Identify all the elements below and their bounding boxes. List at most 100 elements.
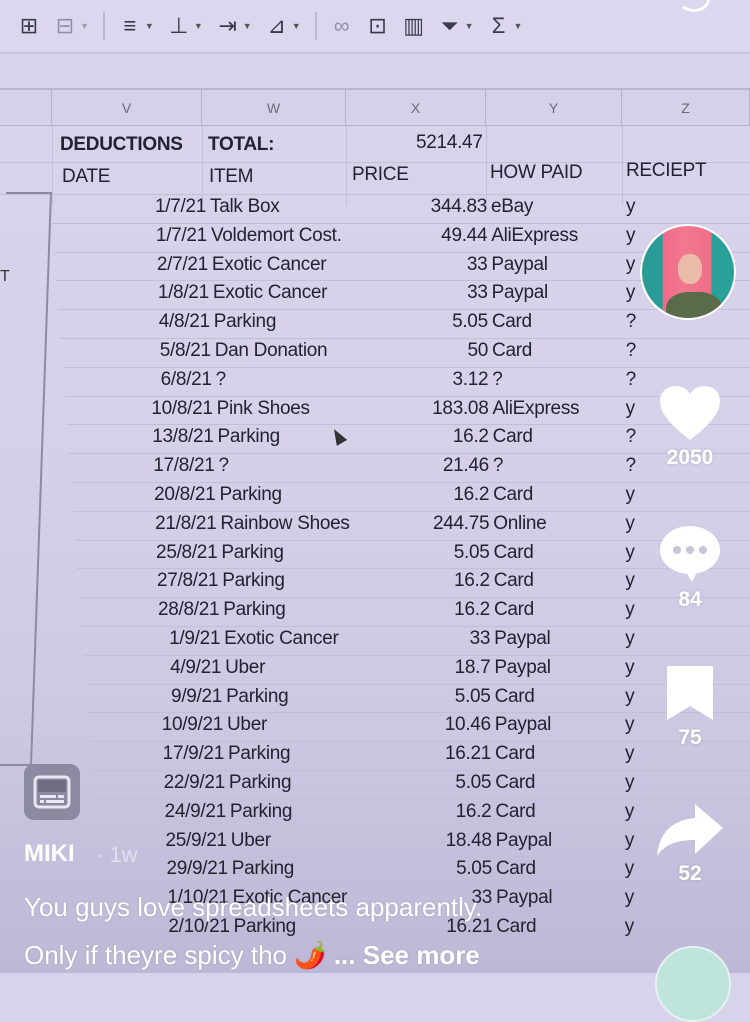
date-cell[interactable]: 25/8/21 xyxy=(156,542,217,564)
how-paid-cell[interactable]: ? xyxy=(493,455,503,477)
receipt-cell[interactable]: ? xyxy=(626,311,636,333)
price-cell[interactable]: 49.44 xyxy=(441,225,487,247)
receipt-cell[interactable]: y xyxy=(626,254,635,276)
share-button[interactable]: 52 xyxy=(650,802,730,886)
filter-button[interactable]: ⏷▼ xyxy=(439,15,474,37)
date-cell[interactable]: 17/9/21 xyxy=(163,743,224,765)
date-cell[interactable]: 29/9/21 xyxy=(166,858,227,880)
how-paid-cell[interactable]: Card xyxy=(495,772,535,794)
price-cell[interactable]: 5.05 xyxy=(455,772,491,794)
date-cell[interactable]: 24/9/21 xyxy=(165,801,226,823)
receipt-cell[interactable]: y xyxy=(625,801,634,823)
receipt-cell[interactable]: y xyxy=(625,714,634,736)
receipt-cell[interactable]: ? xyxy=(626,426,636,448)
price-cell[interactable]: 244.75 xyxy=(433,513,489,535)
how-paid-cell[interactable]: Paypal xyxy=(494,628,550,650)
price-cell[interactable]: 344.83 xyxy=(431,196,487,218)
date-cell[interactable]: 4/9/21 xyxy=(170,657,221,679)
merge-cells-button[interactable]: ⊟▼ xyxy=(54,15,89,37)
item-cell[interactable]: Uber xyxy=(225,657,265,679)
header-date[interactable]: DATE xyxy=(62,166,110,188)
how-paid-cell[interactable]: Card xyxy=(492,311,532,333)
date-cell[interactable]: 1/9/21 xyxy=(169,628,220,650)
receipt-cell[interactable]: y xyxy=(625,743,634,765)
item-cell[interactable]: Parking xyxy=(232,858,294,880)
price-cell[interactable]: 33 xyxy=(467,282,488,304)
item-cell[interactable]: Exotic Cancer xyxy=(213,282,327,304)
receipt-cell[interactable]: y xyxy=(625,657,634,679)
receipt-cell[interactable]: y xyxy=(625,542,634,564)
how-paid-cell[interactable]: Card xyxy=(493,426,533,448)
how-paid-cell[interactable]: Paypal xyxy=(494,657,550,679)
chevron-down-icon[interactable]: ▼ xyxy=(465,21,474,31)
how-paid-cell[interactable]: Card xyxy=(493,484,533,506)
how-paid-cell[interactable]: Card xyxy=(494,599,534,621)
date-cell[interactable]: 4/8/21 xyxy=(159,311,210,333)
column-header-y[interactable]: Y xyxy=(486,90,622,126)
price-cell[interactable]: 33 xyxy=(470,628,491,650)
receipt-cell[interactable]: y xyxy=(625,686,634,708)
date-cell[interactable]: 13/8/21 xyxy=(152,426,213,448)
item-cell[interactable]: Parking xyxy=(230,801,292,823)
price-cell[interactable]: 16.2 xyxy=(453,484,489,506)
captions-button[interactable] xyxy=(24,764,80,820)
price-cell[interactable]: 21.46 xyxy=(443,455,489,477)
price-cell[interactable]: 18.48 xyxy=(446,830,492,852)
date-cell[interactable]: 17/8/21 xyxy=(153,455,214,477)
how-paid-cell[interactable]: eBay xyxy=(491,196,533,218)
item-cell[interactable]: Parking xyxy=(214,311,276,333)
how-paid-cell[interactable]: Card xyxy=(492,340,532,362)
item-cell[interactable]: Parking xyxy=(222,570,284,592)
creator-username[interactable]: MIKI xyxy=(24,840,75,868)
how-paid-cell[interactable]: Card xyxy=(495,801,535,823)
comment-button[interactable]: 84 xyxy=(650,524,730,612)
price-cell[interactable]: 16.21 xyxy=(445,743,491,765)
price-cell[interactable]: 16.2 xyxy=(453,426,489,448)
date-cell[interactable]: 1/7/21 xyxy=(156,225,207,247)
item-cell[interactable]: Voldemort Cost. xyxy=(211,225,342,247)
creator-avatar[interactable] xyxy=(640,224,736,320)
item-cell[interactable]: Rainbow Shoes xyxy=(220,513,349,535)
formula-bar[interactable] xyxy=(0,56,750,90)
search-icon[interactable] xyxy=(678,0,710,12)
insert-comment-button[interactable]: ⊡ xyxy=(367,15,389,37)
item-cell[interactable]: Pink Shoes xyxy=(217,398,310,420)
receipt-cell[interactable]: y xyxy=(626,225,635,247)
receipt-cell[interactable]: y xyxy=(625,858,634,880)
price-cell[interactable]: 18.7 xyxy=(455,657,491,679)
header-receipt[interactable]: RECIEPT xyxy=(626,160,706,182)
total-label[interactable]: TOTAL: xyxy=(208,134,274,156)
column-header-w[interactable]: W xyxy=(202,90,346,126)
how-paid-cell[interactable]: ? xyxy=(492,369,502,391)
item-cell[interactable]: ? xyxy=(219,455,229,477)
header-item[interactable]: ITEM xyxy=(209,166,253,188)
insert-table-button[interactable]: ⊞ xyxy=(18,15,40,37)
receipt-cell[interactable]: y xyxy=(625,570,634,592)
how-paid-cell[interactable]: Paypal xyxy=(492,282,548,304)
date-cell[interactable]: 28/8/21 xyxy=(158,599,219,621)
receipt-cell[interactable]: y xyxy=(625,772,634,794)
functions-button[interactable]: Σ▼ xyxy=(488,15,523,37)
column-header-v[interactable]: V xyxy=(52,90,202,126)
receipt-cell[interactable]: y xyxy=(625,599,634,621)
header-price[interactable]: PRICE xyxy=(352,164,409,186)
date-cell[interactable]: 9/9/21 xyxy=(171,686,222,708)
chevron-down-icon[interactable]: ▼ xyxy=(145,21,154,31)
date-cell[interactable]: 1/7/21 xyxy=(155,196,206,218)
date-cell[interactable]: 2/7/21 xyxy=(157,254,208,276)
item-cell[interactable]: Parking xyxy=(226,686,288,708)
price-cell[interactable]: 16.2 xyxy=(454,570,490,592)
date-cell[interactable]: 1/8/21 xyxy=(158,282,209,304)
item-cell[interactable]: Parking xyxy=(218,426,280,448)
price-cell[interactable]: 3.12 xyxy=(452,369,488,391)
item-cell[interactable]: Parking xyxy=(228,743,290,765)
item-cell[interactable]: Dan Donation xyxy=(215,340,328,362)
like-button[interactable]: 2050 xyxy=(650,384,730,470)
date-cell[interactable]: 25/9/21 xyxy=(166,830,227,852)
chevron-down-icon[interactable]: ▼ xyxy=(514,21,523,31)
header-how-paid[interactable]: HOW PAID xyxy=(490,162,582,184)
receipt-cell[interactable]: y xyxy=(625,830,634,852)
how-paid-cell[interactable]: Card xyxy=(496,858,536,880)
item-cell[interactable]: Uber xyxy=(231,830,271,852)
price-cell[interactable]: 5.05 xyxy=(452,311,488,333)
